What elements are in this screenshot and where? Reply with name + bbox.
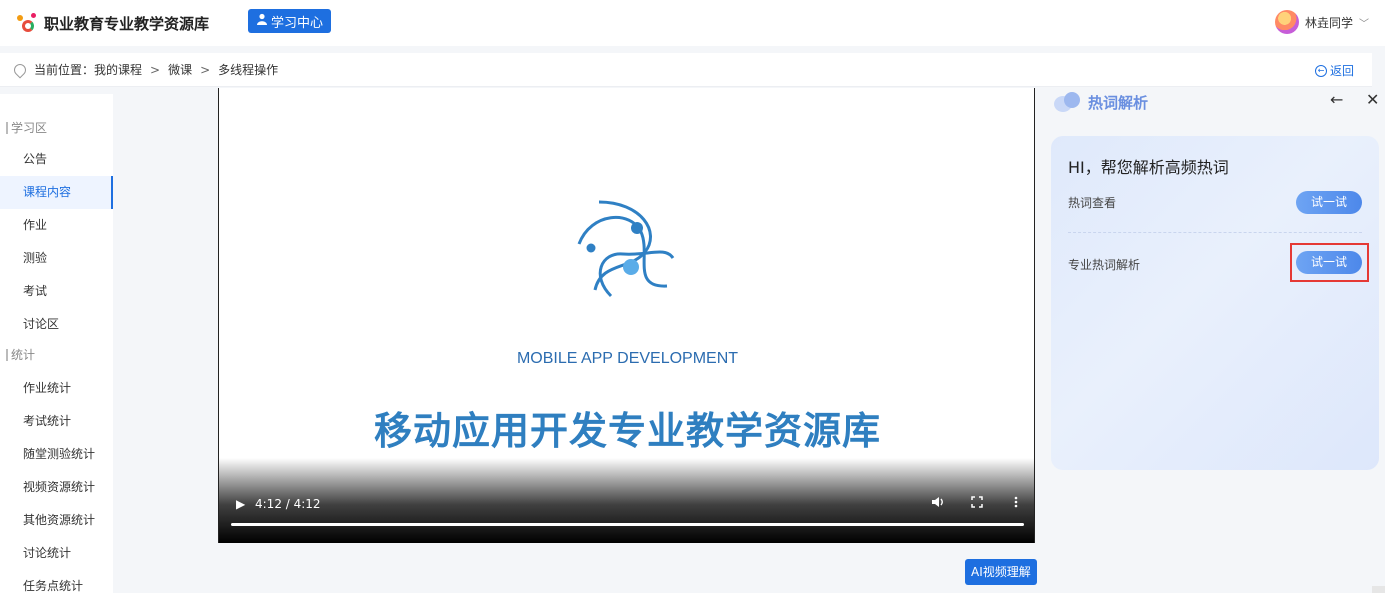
hotword-view-try-button[interactable]: 试一试 [1296,191,1362,214]
sidebar-item-video-stats[interactable]: 视频资源统计 [0,471,113,504]
professional-hotword-label: 专业热词解析 [1068,258,1141,272]
back-arrow-icon: ← [1314,64,1327,77]
sidebar-item-discussion-stats[interactable]: 讨论统计 [0,537,113,570]
highlight-box [1290,243,1369,282]
breadcrumb-separator-icon: > [200,62,211,77]
sidebar-item-quiz[interactable]: 测验 [0,242,113,275]
video-player[interactable]: MOBILE APP DEVELOPMENT 移动应用开发专业教学资源库 ▶ 4… [218,88,1035,543]
sidebar-item-homework-stats[interactable]: 作业统计 [0,372,113,405]
sidebar-item-other-stats[interactable]: 其他资源统计 [0,504,113,537]
video-subtitle: MOBILE APP DEVELOPMENT [516,350,739,367]
breadcrumb-micro-course[interactable]: 微课 [168,61,192,78]
video-progress-bar[interactable] [231,523,1024,526]
sidebar-item-quiz-stats[interactable]: 随堂测验统计 [0,438,113,471]
fullscreen-icon[interactable] [971,496,983,511]
back-arrow-icon[interactable]: ← [1330,90,1343,109]
hotword-greeting: HI，帮您解析高频热词 [1068,158,1229,177]
ai-video-understanding-button[interactable]: AI视频理解 [965,559,1037,585]
user-menu[interactable]: 林垚同学 ﹀ [1274,10,1369,34]
breadcrumb-separator-icon: > [150,62,161,77]
username: 林垚同学 [1304,15,1353,30]
video-title: 移动应用开发专业教学资源库 [373,409,881,453]
sidebar-item-announcement[interactable]: 公告 [0,143,113,176]
hotword-panel-header: 热词解析 ← ✕ [1052,88,1382,118]
close-icon[interactable]: ✕ [1366,90,1379,109]
sidebar-section-study: 学习区 [6,122,47,134]
sidebar-item-course-content[interactable]: 课程内容 [0,176,113,209]
site-logo[interactable]: 职业教育专业教学资源库 [16,12,209,34]
molecule-logo-icon [577,200,675,298]
cloud-icon [1052,90,1082,112]
chevron-down-icon: ﹀ [1359,18,1369,30]
sidebar-item-exam-stats[interactable]: 考试统计 [0,405,113,438]
sidebar-section-stats: 统计 [6,349,35,361]
video-controls: ▶ 4:12 / 4:12 [219,458,1034,543]
play-icon[interactable]: ▶ [236,497,245,511]
more-options-icon[interactable] [1014,496,1018,511]
sidebar-item-homework[interactable]: 作业 [0,209,113,242]
study-center-button[interactable]: 学习中心 [248,9,332,33]
divider [1068,232,1362,233]
location-pin-icon [11,61,29,78]
hotword-panel-title: 热词解析 [1088,94,1149,112]
sidebar: 学习区 公告 课程内容 作业 测验 考试 讨论区 统计 作业统计 考试统计 随堂… [0,94,113,593]
sidebar-item-discussion[interactable]: 讨论区 [0,308,113,341]
breadcrumb-prefix: 当前位置： [34,63,95,77]
top-header: 职业教育专业教学资源库 学习中心 林垚同学 ﹀ [0,0,1385,46]
volume-icon[interactable] [931,496,945,511]
hotword-card: HI，帮您解析高频热词 热词查看 试一试 专业热词解析 试一试 [1051,136,1379,470]
user-icon [256,13,268,29]
breadcrumb: 当前位置： 我的课程 > 微课 > 多线程操作 ← 返回 [0,53,1372,87]
back-label: 返回 [1329,64,1354,78]
sidebar-item-exam[interactable]: 考试 [0,275,113,308]
scrollbar[interactable] [1372,586,1385,593]
breadcrumb-my-courses[interactable]: 我的课程 [94,61,142,78]
avatar [1274,10,1299,34]
logo-icon [16,12,38,34]
hotword-view-label: 热词查看 [1068,196,1117,210]
site-brand: 职业教育专业教学资源库 [44,14,210,33]
breadcrumb-current: 多线程操作 [218,63,279,77]
sidebar-item-task-stats[interactable]: 任务点统计 [0,570,113,593]
study-center-label: 学习中心 [271,15,324,31]
video-time: 4:12 / 4:12 [255,497,321,511]
back-button[interactable]: ← 返回 [1314,62,1354,79]
